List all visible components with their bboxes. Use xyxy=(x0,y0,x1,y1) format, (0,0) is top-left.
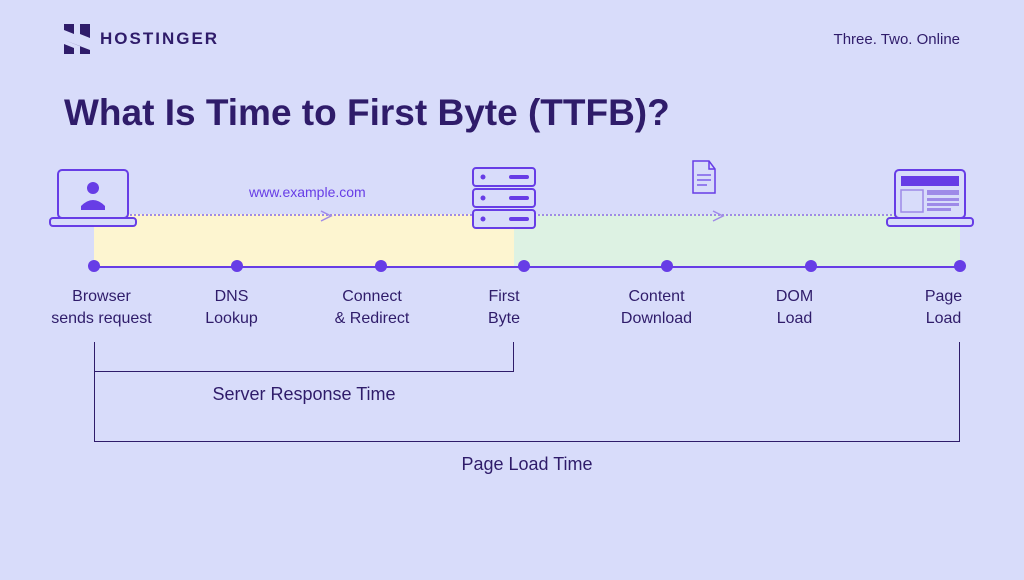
stage-marker xyxy=(661,260,673,272)
stage-marker xyxy=(231,260,243,272)
logo-mark-icon xyxy=(64,24,90,54)
tagline: Three. Two. Online xyxy=(834,31,960,48)
laptop-browser-icon xyxy=(46,166,141,236)
stage-marker xyxy=(954,260,966,272)
stage-marker xyxy=(375,260,387,272)
page-load-bracket xyxy=(94,342,960,442)
page-title: What Is Time to First Byte (TTFB)? xyxy=(0,54,1024,134)
example-url: www.example.com xyxy=(249,184,366,200)
timeline-markers xyxy=(94,260,960,272)
laptop-page-icon xyxy=(883,166,978,236)
arrow-icon xyxy=(319,209,335,223)
stage-label: Browsersends request xyxy=(44,286,159,329)
stage-label: Connect& Redirect xyxy=(322,286,422,329)
stage-label: PageLoad xyxy=(906,286,981,329)
arrow-icon xyxy=(711,209,727,223)
stage-label: DOMLoad xyxy=(757,286,832,329)
ttfb-diagram: www.example.com xyxy=(64,174,960,514)
document-icon xyxy=(689,159,719,197)
stage-label: FirstByte xyxy=(469,286,539,329)
stage-label: ContentDownload xyxy=(604,286,709,329)
server-icon xyxy=(469,166,539,232)
page-load-label: Page Load Time xyxy=(94,454,960,475)
server-phase-band xyxy=(94,214,514,266)
stage-marker xyxy=(88,260,100,272)
hostinger-logo: HOSTINGER xyxy=(64,24,219,54)
stage-marker xyxy=(805,260,817,272)
stage-label: DNSLookup xyxy=(189,286,274,329)
brand-name: HOSTINGER xyxy=(100,29,219,49)
stage-marker xyxy=(518,260,530,272)
